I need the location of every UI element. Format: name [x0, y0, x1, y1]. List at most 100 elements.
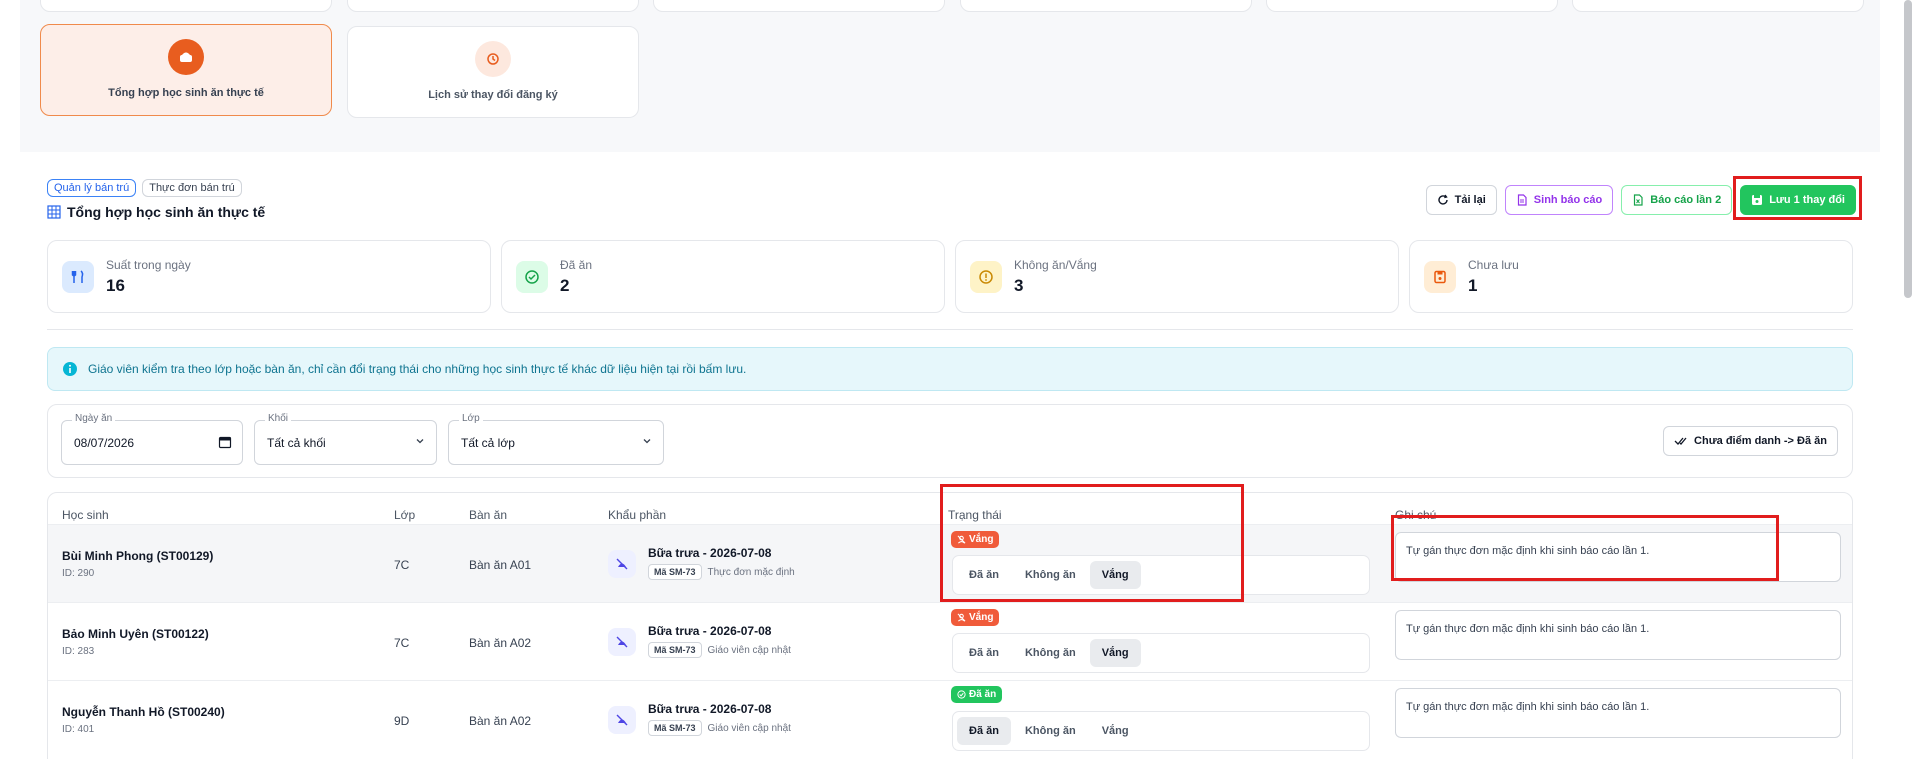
stat-label: Không ăn/Vắng [1014, 257, 1097, 272]
stat-card-not-eaten: Không ăn/Vắng 3 [955, 240, 1399, 313]
chevron-down-icon [416, 439, 424, 444]
tile-meal-summary[interactable]: Tổng hợp học sinh ăn thực tế [40, 24, 332, 116]
table-row: Nguyễn Thanh Hồ (ST00240) ID: 401 9D Bàn … [48, 680, 1852, 758]
status-option-not-eaten[interactable]: Không ăn [1013, 717, 1088, 745]
status-badge: Vắng [951, 609, 1000, 626]
table-row: Bảo Minh Uyên (ST00122) ID: 283 7C Bàn ăn… [48, 602, 1852, 680]
student-name: Bùi Minh Phong (ST00129) [62, 549, 214, 563]
status-toggle: Đã ăn Không ăn Vắng [952, 633, 1370, 673]
stat-label: Đã ăn [560, 257, 593, 272]
date-field[interactable]: Ngày ăn 08/07/2026 [61, 413, 243, 465]
status-toggle: Đã ăn Không ăn Vắng [952, 711, 1370, 751]
stat-label: Suất trong ngày [106, 257, 191, 272]
status-option-not-eaten[interactable]: Không ăn [1013, 639, 1088, 667]
menu-code: Mã SM-73 [648, 564, 702, 580]
stat-card-eaten: Đã ăn 2 [501, 240, 945, 313]
mark-eaten-label: Chưa điểm danh -> Đã ăn [1694, 435, 1827, 447]
report-round2-button[interactable]: Báo cáo lần 2 [1621, 185, 1733, 215]
check-circle-icon [957, 690, 966, 699]
excel-file-icon [1634, 194, 1643, 206]
tile-label: Tổng hợp học sinh ăn thực tế [108, 87, 264, 99]
page-title-text: Tổng hợp học sinh ăn thực tế [67, 204, 266, 220]
note-field[interactable]: Tự gán thực đơn mặc định khi sinh báo cá… [1395, 688, 1841, 738]
utensils-icon [62, 260, 94, 293]
menu-code: Mã SM-73 [648, 642, 702, 658]
meal-icon-box [608, 706, 636, 734]
page: Tổng hợp học sinh ăn thực tế Lịch sử tha… [0, 0, 1920, 759]
student-table: Bàn ăn A01 [469, 558, 532, 572]
menu-code: Mã SM-73 [648, 720, 702, 736]
meal-title: Bữa trưa - 2026-07-08 [648, 546, 772, 560]
filter-panel: Ngày ăn 08/07/2026 Khối Tất cả khối Lớp … [47, 404, 1853, 478]
reload-label: Tải lại [1454, 194, 1486, 206]
stat-value: 3 [1014, 275, 1024, 295]
info-banner: Giáo viên kiểm tra theo lớp hoặc bàn ăn,… [47, 347, 1853, 391]
meal-off-icon [608, 706, 636, 734]
note-field[interactable]: Tự gán thực đơn mặc định khi sinh báo cá… [1395, 610, 1841, 660]
meal-box-icon [168, 39, 204, 75]
date-field-value: 08/07/2026 [74, 436, 135, 450]
module-tiles-area: Tổng hợp học sinh ăn thực tế Lịch sử tha… [20, 0, 1880, 152]
page-title: Tổng hợp học sinh ăn thực tế [47, 204, 265, 220]
meal-icon-box [608, 628, 636, 656]
meal-off-icon [608, 550, 636, 578]
table-grid-icon [47, 205, 61, 219]
double-check-icon [1674, 437, 1687, 445]
stat-value: 1 [1468, 275, 1478, 295]
status-option-eaten[interactable]: Đã ăn [957, 717, 1011, 745]
student-table: Bàn ăn A02 [469, 636, 532, 650]
breadcrumb-item[interactable]: Quản lý bán trú [47, 179, 137, 197]
scrollbar[interactable] [1904, 0, 1912, 298]
reload-button[interactable]: Tải lại [1425, 185, 1497, 215]
class-select[interactable]: Lớp Tất cả lớp [448, 413, 664, 465]
module-tile-partial[interactable] [40, 0, 332, 12]
grade-select-value: Tất cả khối [267, 436, 326, 450]
module-tile-partial[interactable] [1572, 0, 1864, 12]
highlight-box-save [1733, 176, 1862, 220]
student-class: 7C [394, 558, 410, 572]
student-name: Nguyễn Thanh Hồ (ST00240) [62, 705, 225, 719]
stat-value: 2 [560, 275, 570, 295]
meal-title: Bữa trưa - 2026-07-08 [648, 624, 772, 638]
meal-icon-box [608, 550, 636, 578]
chevron-down-icon [643, 439, 651, 444]
unsaved-icon [1424, 260, 1456, 293]
class-select-label: Lớp [459, 413, 483, 424]
grade-select-label: Khối [265, 413, 292, 424]
tile-history[interactable]: Lịch sử thay đổi đăng ký [347, 26, 639, 118]
student-table: Bàn ăn A02 [469, 714, 532, 728]
student-class: 7C [394, 636, 410, 650]
student-id: ID: 283 [62, 646, 95, 657]
section-divider [47, 329, 1853, 330]
student-id: ID: 401 [62, 724, 95, 735]
module-tile-partial[interactable] [1266, 0, 1558, 12]
highlight-box-note [1391, 515, 1779, 581]
module-tile-partial[interactable] [960, 0, 1252, 12]
generate-report-button[interactable]: Sinh báo cáo [1504, 185, 1614, 215]
calendar-icon[interactable] [218, 435, 232, 449]
module-tile-partial[interactable] [653, 0, 945, 12]
document-icon [1517, 194, 1527, 206]
stat-label: Chưa lưu [1468, 257, 1519, 272]
meal-source: Thực đơn mặc định [707, 566, 795, 578]
stat-card-unsaved: Chưa lưu 1 [1409, 240, 1853, 313]
col-header-student: Học sinh [62, 508, 109, 522]
refresh-icon [1437, 194, 1448, 205]
mark-eaten-button[interactable]: Chưa điểm danh -> Đã ăn [1663, 426, 1838, 456]
info-icon [63, 362, 77, 376]
status-option-absent[interactable]: Vắng [1090, 717, 1141, 745]
breadcrumb-item[interactable]: Thực đơn bán trú [142, 179, 242, 197]
check-circle-icon [516, 260, 548, 293]
history-icon [475, 41, 511, 77]
warning-circle-icon [970, 260, 1002, 293]
student-name: Bảo Minh Uyên (ST00122) [62, 627, 209, 641]
status-option-absent[interactable]: Vắng [1089, 639, 1141, 667]
status-badge: Đã ăn [951, 686, 1003, 703]
student-id: ID: 290 [62, 568, 95, 579]
grade-select[interactable]: Khối Tất cả khối [254, 413, 437, 465]
tile-label: Lịch sử thay đổi đăng ký [428, 89, 558, 101]
status-option-eaten[interactable]: Đã ăn [957, 639, 1011, 667]
meal-source: Giáo viên cập nhật [707, 722, 791, 734]
col-header-portion: Khẩu phần [608, 508, 667, 522]
module-tile-partial[interactable] [347, 0, 639, 12]
